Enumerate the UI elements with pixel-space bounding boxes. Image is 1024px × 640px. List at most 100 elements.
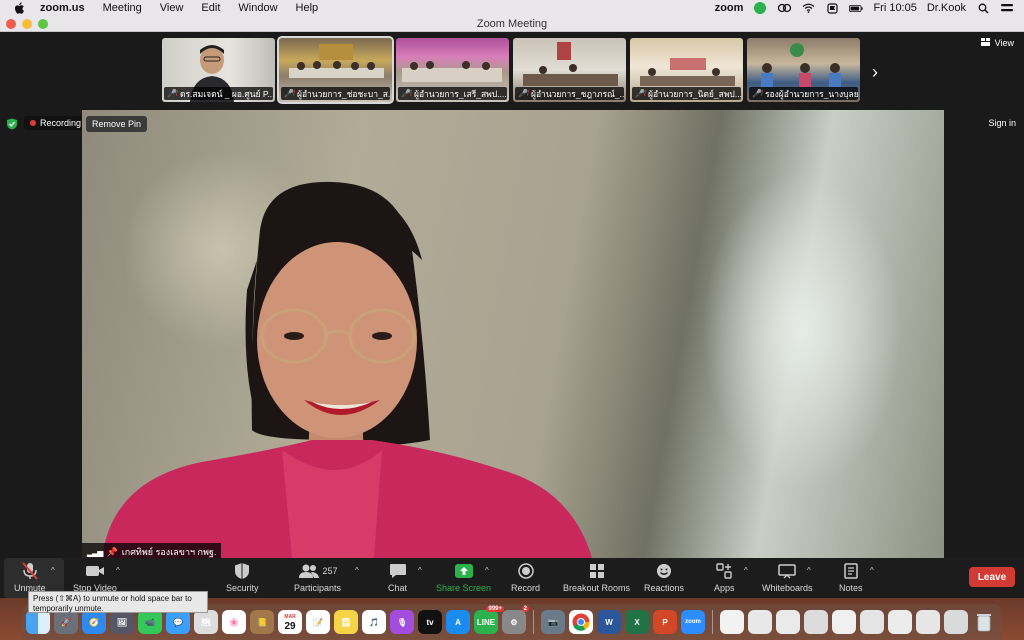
maximize-window-button[interactable] (38, 19, 48, 29)
recent-document-thumbnail[interactable] (804, 610, 828, 634)
encryption-shield-icon[interactable] (6, 117, 18, 130)
app-store-icon[interactable]: A (446, 610, 470, 634)
minimize-window-button[interactable] (22, 19, 32, 29)
stop-video-button[interactable]: Stop Video (73, 561, 117, 593)
maps-icon[interactable]: 🗺 (194, 610, 218, 634)
line-tray-icon[interactable] (753, 2, 767, 14)
line-app-icon[interactable]: LINE 999+ (474, 606, 504, 634)
apple-menu-icon[interactable] (12, 1, 26, 15)
contacts-icon[interactable]: 📒 (250, 610, 274, 634)
recent-document-thumbnail[interactable] (832, 610, 856, 634)
menubar-clock[interactable]: Fri 10:05 (873, 2, 916, 14)
wifi-icon[interactable] (801, 2, 815, 14)
recent-document-thumbnail[interactable] (860, 610, 884, 634)
menubar-user[interactable]: Dr.Kook (927, 2, 966, 14)
reactions-button[interactable]: Reactions (644, 561, 684, 593)
image-capture-icon[interactable]: 📷 (541, 610, 565, 634)
menu-view[interactable]: View (160, 2, 184, 14)
muted-mic-icon: 🎤̸ (401, 89, 411, 98)
creative-cloud-icon[interactable] (777, 2, 791, 14)
recent-document-thumbnail[interactable] (916, 610, 940, 634)
powerpoint-icon[interactable]: P (653, 610, 677, 634)
audio-options-chevron-icon[interactable]: ^ (51, 566, 55, 575)
facetime-icon[interactable]: 📹 (138, 610, 162, 634)
chat-bubble-icon (389, 561, 407, 581)
settings-badge: 2 (521, 606, 529, 612)
excel-icon[interactable]: X (625, 610, 649, 634)
flag-icon[interactable] (825, 2, 839, 14)
recent-document-thumbnail[interactable] (748, 610, 772, 634)
recent-document-thumbnail[interactable] (888, 610, 912, 634)
reminders-icon[interactable]: 📝 (306, 610, 330, 634)
spotlight-search-icon[interactable] (976, 2, 990, 14)
tray-zoom-label[interactable]: zoom (715, 2, 744, 14)
recent-document-thumbnail[interactable] (776, 610, 800, 634)
participant-thumbnail[interactable]: 🎤̸ ผู้อำนวยการ_ชฎาภรณ์_... (513, 38, 626, 102)
preview-icon[interactable]: 🖼 (110, 610, 134, 634)
word-icon[interactable]: W (597, 610, 621, 634)
menu-app-name[interactable]: zoom.us (40, 2, 85, 14)
speaker-figure (102, 181, 592, 558)
participants-icon-group: 257 (298, 561, 338, 581)
chrome-icon[interactable] (569, 610, 593, 634)
participant-thumbnail[interactable]: 🎤̸ ผู้อำนวยการ_เสรี_สพป.... (396, 38, 509, 102)
thumbnail-label: 🎤̸ ดร.สมเจตน์ _ ผอ.ศูนย์ P... (164, 87, 273, 100)
thumbnail-label: 🎤̸ ผู้อำนวยการ_ชฎาภรณ์_... (515, 87, 624, 100)
battery-icon[interactable] (849, 2, 864, 14)
participant-thumbnail[interactable]: 🎤̸ ผู้อำนวยการ_นิตย์_สพป.... (630, 38, 743, 102)
menu-edit[interactable]: Edit (201, 2, 220, 14)
whiteboards-button[interactable]: Whiteboards (762, 561, 813, 593)
messages-icon[interactable]: 💬 (166, 610, 190, 634)
breakout-rooms-icon (589, 561, 605, 581)
menu-help[interactable]: Help (296, 2, 319, 14)
downloads-stack-icon[interactable] (944, 610, 968, 634)
participant-thumbnail[interactable]: 🎤̸ ผู้อำนวยการ_ช่อชะบา_ส... (277, 36, 394, 104)
trash-icon[interactable] (972, 610, 996, 634)
chat-button[interactable]: Chat (388, 561, 407, 593)
view-button[interactable]: View (980, 38, 1014, 48)
chat-options-chevron-icon[interactable]: ^ (418, 566, 422, 575)
recording-indicator[interactable]: Recording (24, 116, 88, 130)
video-options-chevron-icon[interactable]: ^ (116, 566, 120, 575)
pin-icon: 📌 (106, 546, 118, 557)
line-badge: 999+ (486, 606, 504, 612)
remove-pin-button[interactable]: Remove Pin (86, 116, 148, 132)
system-preferences-icon[interactable]: ⚙ 2 (502, 606, 529, 634)
participants-button[interactable]: 257 Participants (294, 561, 341, 593)
recording-dot-icon (30, 120, 36, 126)
window-controls (6, 19, 48, 29)
zoom-app-icon[interactable]: zoom (681, 610, 705, 634)
control-center-icon[interactable] (1000, 2, 1014, 14)
muted-mic-icon: 🎤̸ (518, 89, 528, 98)
whiteboards-options-chevron-icon[interactable]: ^ (807, 566, 811, 575)
share-screen-button[interactable]: Share Screen (436, 561, 491, 593)
menu-window[interactable]: Window (238, 2, 277, 14)
meeting-stage: 🎤̸ ดร.สมเจตน์ _ ผอ.ศูนย์ P... 🎤̸ ผู้อำนวยก… (0, 32, 1024, 561)
recent-document-thumbnail[interactable] (720, 610, 744, 634)
apps-button[interactable]: Apps (714, 561, 735, 593)
record-button[interactable]: Record (511, 561, 540, 593)
notes-button[interactable]: Notes (839, 561, 863, 593)
notes-app-icon[interactable]: 🗒 (334, 610, 358, 634)
participant-thumbnail[interactable]: 🎤̸ ดร.สมเจตน์ _ ผอ.ศูนย์ P... (162, 38, 275, 102)
close-window-button[interactable] (6, 19, 16, 29)
unmute-button[interactable]: Unmute (14, 561, 46, 593)
photos-icon[interactable]: 🌸 (222, 610, 246, 634)
participant-thumbnail[interactable]: 🎤̸ รองผู้อำนวยการ_นางบุลย... (747, 38, 860, 102)
breakout-rooms-button[interactable]: Breakout Rooms (563, 561, 630, 593)
menu-meeting[interactable]: Meeting (103, 2, 142, 14)
share-options-chevron-icon[interactable]: ^ (485, 566, 489, 575)
notes-options-chevron-icon[interactable]: ^ (870, 566, 874, 575)
podcasts-icon[interactable]: 🎙 (390, 610, 414, 634)
video-camera-icon (85, 561, 105, 581)
music-icon[interactable]: 🎵 (362, 610, 386, 634)
apple-tv-icon[interactable]: tv (418, 610, 442, 634)
participants-options-chevron-icon[interactable]: ^ (355, 566, 359, 575)
calendar-icon[interactable]: MAR 29 (278, 610, 302, 634)
sign-in-link[interactable]: Sign in (988, 118, 1016, 128)
leave-button[interactable]: Leave (969, 567, 1015, 587)
muted-mic-icon: 🎤̸ (752, 89, 762, 98)
apps-options-chevron-icon[interactable]: ^ (744, 566, 748, 575)
security-button[interactable]: Security (226, 561, 259, 593)
next-thumbnails-chevron-icon[interactable]: › (868, 62, 882, 83)
